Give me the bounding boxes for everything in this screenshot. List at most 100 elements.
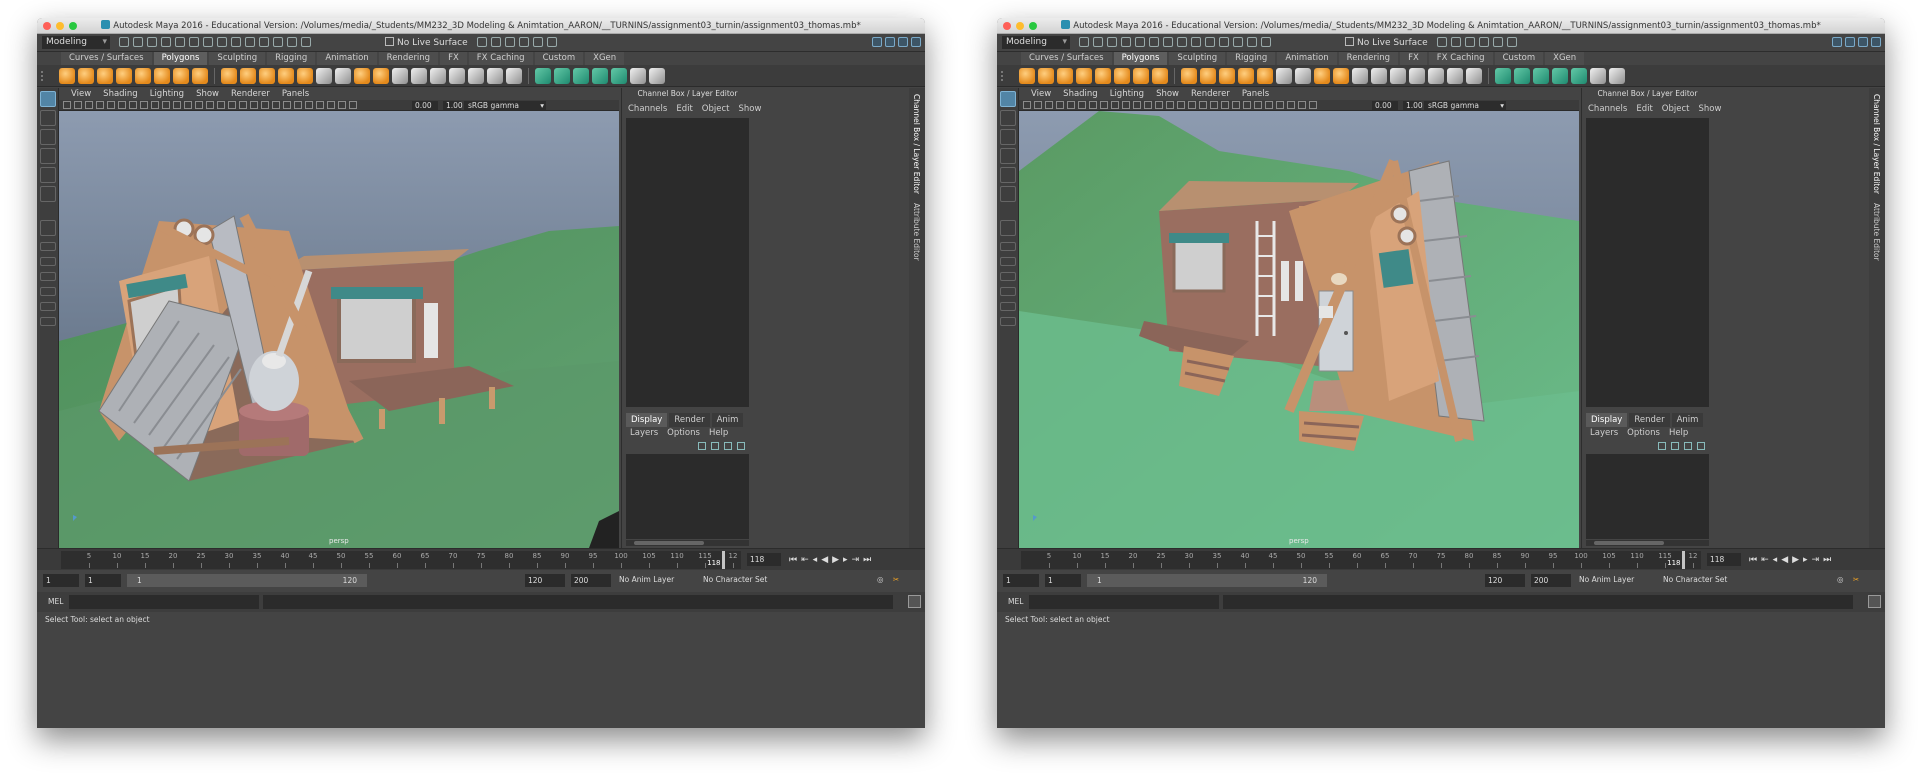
go-to-end-icon[interactable]: ⏭ [1823,555,1831,565]
script-editor-icon[interactable] [908,595,921,608]
extrude-icon[interactable] [354,68,370,84]
planar-mapping-icon[interactable] [535,68,551,84]
persp-graph-layout-icon[interactable] [39,272,56,281]
help-menu[interactable]: Help [709,428,728,438]
shelf-tab-fx-caching[interactable]: FX Caching [1428,52,1493,65]
modeling-toolkit-icon[interactable] [872,37,882,47]
safe-action-icon[interactable] [1122,101,1130,109]
exposure-icon[interactable] [1309,101,1317,109]
shelf-tab-rigging[interactable]: Rigging [1227,52,1276,65]
persp-hypershade-layout-icon[interactable] [39,287,56,296]
options-menu[interactable]: Options [1627,428,1660,438]
close-window-button[interactable] [1003,22,1011,30]
time-ruler[interactable]: 5 10 15 20 25 30 35 40 45 50 55 60 65 70 75 80 85 90 95 100… [61,551,741,569]
select-hierarchy-icon[interactable] [1149,37,1159,47]
help-menu[interactable]: Help [1669,428,1688,438]
shelf-tab-xgen[interactable]: XGen [585,52,625,65]
script-language-toggle[interactable]: MEL [1005,596,1026,607]
magnet-icon[interactable] [1261,37,1271,47]
checker-icon[interactable] [630,68,646,84]
options-menu[interactable]: Options [667,428,700,438]
hud-icon[interactable] [1298,101,1306,109]
poly-sphere-icon[interactable] [59,68,75,84]
anim-layer-selector[interactable]: No Anim Layer [619,575,674,584]
viewport-menu-panels[interactable]: Panels [1242,88,1269,100]
shelf-tab-fx[interactable]: FX [440,52,467,65]
menu-set-dropdown[interactable]: Modeling [42,36,110,49]
automatic-mapping-icon[interactable] [1552,68,1568,84]
viewport-menu-view[interactable]: View [1031,88,1051,100]
range-bar[interactable]: 1 120 [127,574,367,587]
viewport-panel[interactable]: View Shading Lighting Show Renderer Pane… [59,88,619,548]
backface-culling-icon[interactable] [1287,101,1295,109]
single-perspective-layout-icon[interactable] [999,220,1016,236]
move-layer-down-icon[interactable] [711,442,719,450]
menu-set-dropdown[interactable]: Modeling [1002,36,1070,49]
viewport-menu-renderer[interactable]: Renderer [231,88,270,100]
xray-icon[interactable] [294,101,302,109]
xray-components-icon[interactable] [316,101,324,109]
snap-plane-icon[interactable] [273,37,283,47]
channels-menu[interactable]: Channels [1588,104,1627,114]
xray-joints-icon[interactable] [305,101,313,109]
step-forward-key-icon[interactable]: ⇥ [852,555,860,565]
move-layer-down-icon[interactable] [1671,442,1679,450]
isolate-select-icon[interactable] [283,101,291,109]
field-chart-icon[interactable] [1111,101,1119,109]
image-plane-icon[interactable] [1056,101,1064,109]
magnet-icon[interactable] [301,37,311,47]
lights-icon[interactable] [1188,101,1196,109]
current-frame-marker[interactable] [721,551,725,569]
shadows-icon[interactable] [1199,101,1207,109]
smooth-shade-icon[interactable] [195,101,203,109]
time-ruler[interactable]: 5 10 15 20 25 30 35 40 45 50 55 60 65 70 75 80 85 90 95 100… [1021,551,1701,569]
snap-point-icon[interactable] [259,37,269,47]
bevel-icon[interactable] [373,68,389,84]
step-back-frame-icon[interactable]: ◂ [1773,555,1778,565]
layers-menu[interactable]: Layers [1590,428,1618,438]
multi-cut-icon[interactable] [1371,68,1387,84]
attribute-editor-toggle-icon[interactable] [1845,37,1855,47]
edit-menu[interactable]: Edit [1636,104,1652,114]
cylindrical-mapping-icon[interactable] [554,68,570,84]
script-editor-icon[interactable] [1868,595,1881,608]
mirror-icon[interactable] [316,68,332,84]
snap-grid-icon[interactable] [231,37,241,47]
gate-mask-icon[interactable] [1100,101,1108,109]
smooth-shade-icon[interactable] [1155,101,1163,109]
poly-cube-icon[interactable] [1038,68,1054,84]
auto-key-icon[interactable]: ◎ [877,575,884,584]
viewport-menu-lighting[interactable]: Lighting [1110,88,1144,100]
viewport-panel[interactable]: View Shading Lighting Show Renderer Pane… [1019,88,1579,548]
modeling-toolkit-icon[interactable] [1832,37,1842,47]
wireframe-on-shaded-icon[interactable] [1166,101,1174,109]
film-gate-icon[interactable] [1078,101,1086,109]
snap-point-icon[interactable] [1219,37,1229,47]
checker-icon[interactable] [1590,68,1606,84]
layer-scrollbar[interactable] [1586,540,1709,546]
shelf-tab-custom[interactable]: Custom [1494,52,1544,65]
extract-icon[interactable] [1219,68,1235,84]
save-scene-icon[interactable] [147,37,157,47]
ipr-render-icon[interactable] [505,37,515,47]
open-scene-icon[interactable] [1093,37,1103,47]
anti-aliasing-icon[interactable] [272,101,280,109]
lasso-tool-icon[interactable] [999,110,1016,126]
resolution-gate-icon[interactable] [129,101,137,109]
shelf-tab-rendering[interactable]: Rendering [1338,52,1399,65]
tab-render[interactable]: Render [1629,413,1670,427]
layer-scrollbar[interactable] [626,540,749,546]
poly-cone-icon[interactable] [116,68,132,84]
offset-edge-loop-icon[interactable] [1428,68,1444,84]
custom-layout-icon[interactable] [999,317,1016,326]
viewport-menu-lighting[interactable]: Lighting [150,88,184,100]
preferences-icon[interactable]: ✂ [1853,575,1859,584]
step-back-key-icon[interactable]: ⇤ [801,555,809,565]
viewport-menu-show[interactable]: Show [1156,88,1179,100]
side-tab-channel-box[interactable]: Channel Box / Layer Editor [1872,94,1881,194]
new-empty-layer-icon[interactable] [1684,442,1692,450]
xray-icon[interactable] [1254,101,1262,109]
shelf-tab-fx-caching[interactable]: FX Caching [468,52,533,65]
select-object-icon[interactable] [203,37,213,47]
preferences-icon[interactable]: ✂ [893,575,899,584]
